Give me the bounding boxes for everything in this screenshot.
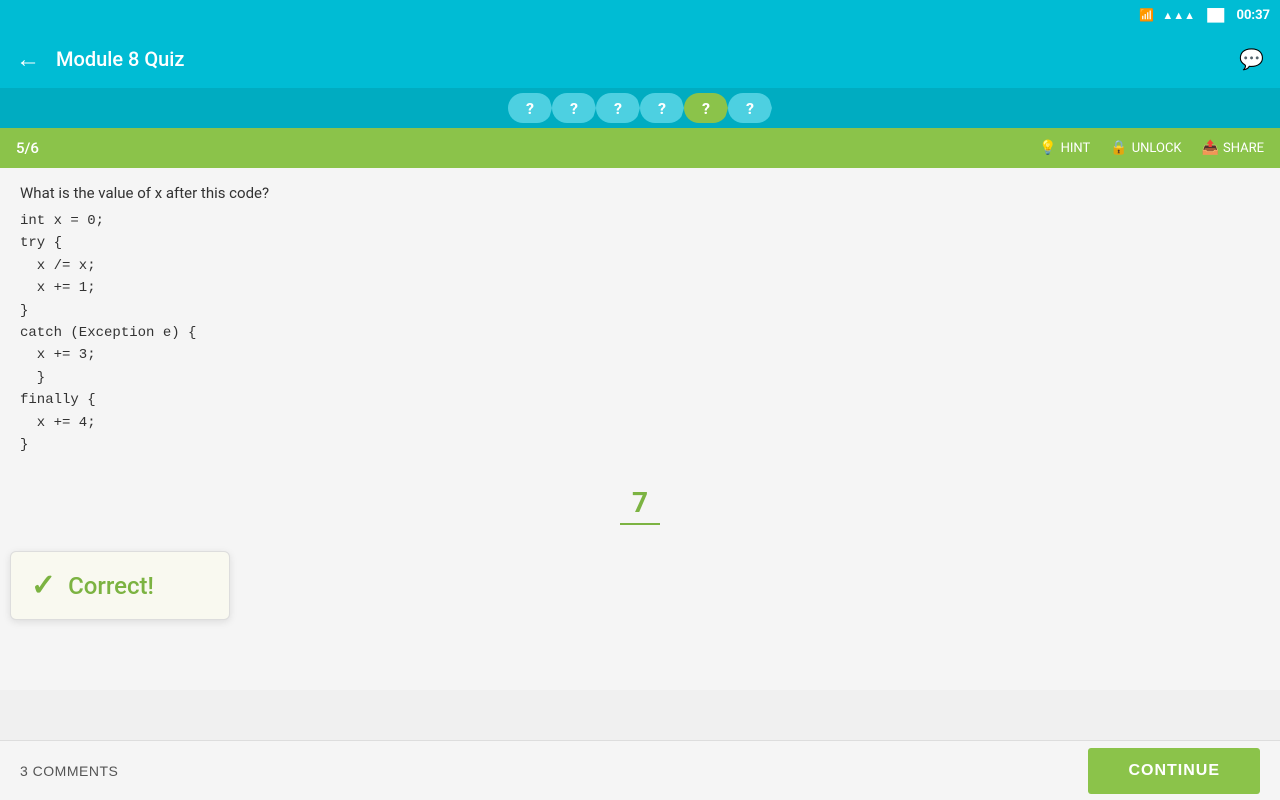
lock-icon: 🔒 — [1110, 140, 1127, 156]
code-line-8: } — [20, 367, 1260, 389]
continue-button[interactable]: CONTINUE — [1088, 748, 1260, 794]
wifi-icon: 📶 — [1139, 8, 1154, 22]
answer-value: 7 — [620, 486, 660, 525]
back-button[interactable]: ← — [16, 45, 40, 74]
unlock-label: UNLOCK — [1132, 141, 1182, 156]
code-line-9: finally { — [20, 389, 1260, 411]
code-line-10: x += 4; — [20, 412, 1260, 434]
signal-icon: ▲▲▲ — [1162, 9, 1195, 22]
share-button[interactable]: 📤 SHARE — [1202, 140, 1264, 156]
progress-dot-5[interactable]: ? — [684, 93, 728, 123]
code-line-11: } — [20, 434, 1260, 456]
chat-icon[interactable]: 💬 — [1239, 47, 1264, 71]
code-line-1: int x = 0; — [20, 210, 1260, 232]
bottom-bar: 3 COMMENTS CONTINUE — [0, 740, 1280, 800]
tools-bar: 💡 HINT 🔒 UNLOCK 📤 SHARE — [1039, 140, 1264, 156]
code-line-7: x += 3; — [20, 344, 1260, 366]
progress-bar: ? ? ? ? ? ? — [0, 88, 1280, 128]
hint-icon: 💡 — [1039, 140, 1056, 156]
progress-dot-1[interactable]: ? — [508, 93, 552, 123]
code-line-6: catch (Exception e) { — [20, 322, 1260, 344]
answer-area: 7 — [20, 456, 1260, 545]
status-bar: 📶 ▲▲▲ ▐█▌ 00:37 — [0, 0, 1280, 30]
progress-dot-3[interactable]: ? — [596, 93, 640, 123]
question-count: 5/6 — [16, 139, 1039, 157]
hint-label: HINT — [1061, 141, 1091, 156]
unlock-button[interactable]: 🔒 UNLOCK — [1110, 140, 1181, 156]
page-title: Module 8 Quiz — [56, 47, 1223, 71]
battery-icon: ▐█▌ — [1203, 8, 1229, 22]
progress-dot-6[interactable]: ? — [728, 93, 772, 123]
comments-button[interactable]: 3 COMMENTS — [20, 763, 118, 779]
progress-dot-2[interactable]: ? — [552, 93, 596, 123]
correct-text: Correct! — [68, 572, 154, 600]
question-text: What is the value of x after this code? — [20, 184, 1260, 202]
correct-checkmark: ✓ — [31, 568, 56, 603]
code-line-2: try { — [20, 232, 1260, 254]
status-time: 00:37 — [1237, 8, 1271, 23]
sub-header: 5/6 💡 HINT 🔒 UNLOCK 📤 SHARE — [0, 128, 1280, 168]
code-line-3: x /= x; — [20, 255, 1260, 277]
main-content: What is the value of x after this code? … — [0, 168, 1280, 690]
code-block: int x = 0; try { x /= x; x += 1; } catch… — [20, 210, 1260, 456]
back-icon: ← — [16, 45, 40, 74]
share-icon: 📤 — [1202, 140, 1219, 156]
code-line-5: } — [20, 300, 1260, 322]
hint-button[interactable]: 💡 HINT — [1039, 140, 1090, 156]
correct-banner: ✓ Correct! — [10, 551, 230, 620]
code-line-4: x += 1; — [20, 277, 1260, 299]
share-label: SHARE — [1223, 141, 1264, 156]
top-bar: ← Module 8 Quiz 💬 — [0, 30, 1280, 88]
progress-dot-4[interactable]: ? — [640, 93, 684, 123]
